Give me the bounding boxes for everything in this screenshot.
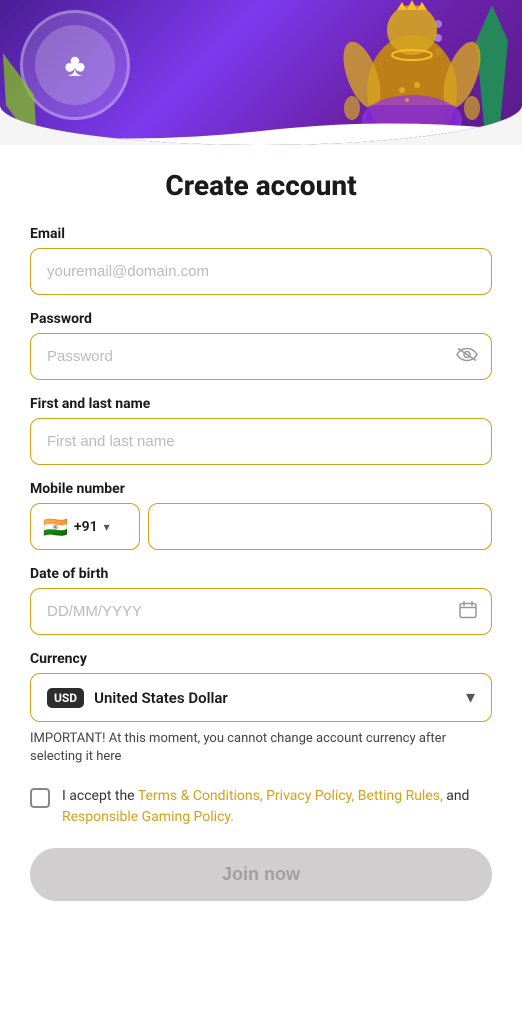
currency-chevron-icon: ▾ [466,687,475,708]
hero-banner: ♣ [0,0,522,145]
mobile-label: Mobile number [30,481,492,497]
mobile-field-group: Mobile number 🇮🇳 +91 ▾ [30,481,492,550]
fullname-input[interactable] [30,418,492,465]
email-label: Email [30,226,492,242]
toggle-password-icon[interactable] [456,346,478,367]
clover-icon: ♣ [35,25,115,105]
important-note: IMPORTANT! At this moment, you cannot ch… [30,730,492,766]
password-input[interactable] [30,333,492,380]
betting-rules-link[interactable]: Betting Rules, [358,788,443,804]
mobile-number-input[interactable] [148,503,492,550]
dob-wrapper [30,588,492,635]
country-code: +91 [74,519,98,535]
password-wrapper [30,333,492,380]
terms-checkbox[interactable] [30,788,50,808]
terms-text: I accept the Terms & Conditions, Privacy… [62,786,492,828]
terms-text-and: and [443,788,470,804]
email-field-group: Email [30,226,492,295]
currency-label: Currency [30,651,492,667]
dob-input[interactable] [30,588,492,635]
terms-row: I accept the Terms & Conditions, Privacy… [30,786,492,828]
dob-field-group: Date of birth [30,566,492,635]
join-now-button[interactable]: Join now [30,848,492,901]
mobile-row: 🇮🇳 +91 ▾ [30,503,492,550]
terms-conditions-link[interactable]: Terms & Conditions, Privacy Policy, [138,788,355,804]
currency-code-badge: USD [47,688,84,708]
fullname-label: First and last name [30,396,492,412]
country-flag: 🇮🇳 [43,515,68,539]
hero-wave [0,116,522,145]
fullname-field-group: First and last name [30,396,492,465]
password-label: Password [30,311,492,327]
dob-label: Date of birth [30,566,492,582]
email-input[interactable] [30,248,492,295]
terms-text-before: I accept the [62,788,138,804]
page-title: Create account [30,169,492,202]
password-field-group: Password [30,311,492,380]
currency-name: United States Dollar [94,689,456,707]
currency-field-group: Currency USD United States Dollar ▾ IMPO… [30,651,492,766]
country-selector[interactable]: 🇮🇳 +91 ▾ [30,503,140,550]
responsible-gaming-link[interactable]: Responsible Gaming Policy. [62,809,234,825]
form-container: Create account Email Password First and … [0,145,522,1024]
chevron-down-icon: ▾ [104,520,110,534]
currency-selector[interactable]: USD United States Dollar ▾ [30,673,492,722]
casino-chip-icon: ♣ [20,10,130,120]
